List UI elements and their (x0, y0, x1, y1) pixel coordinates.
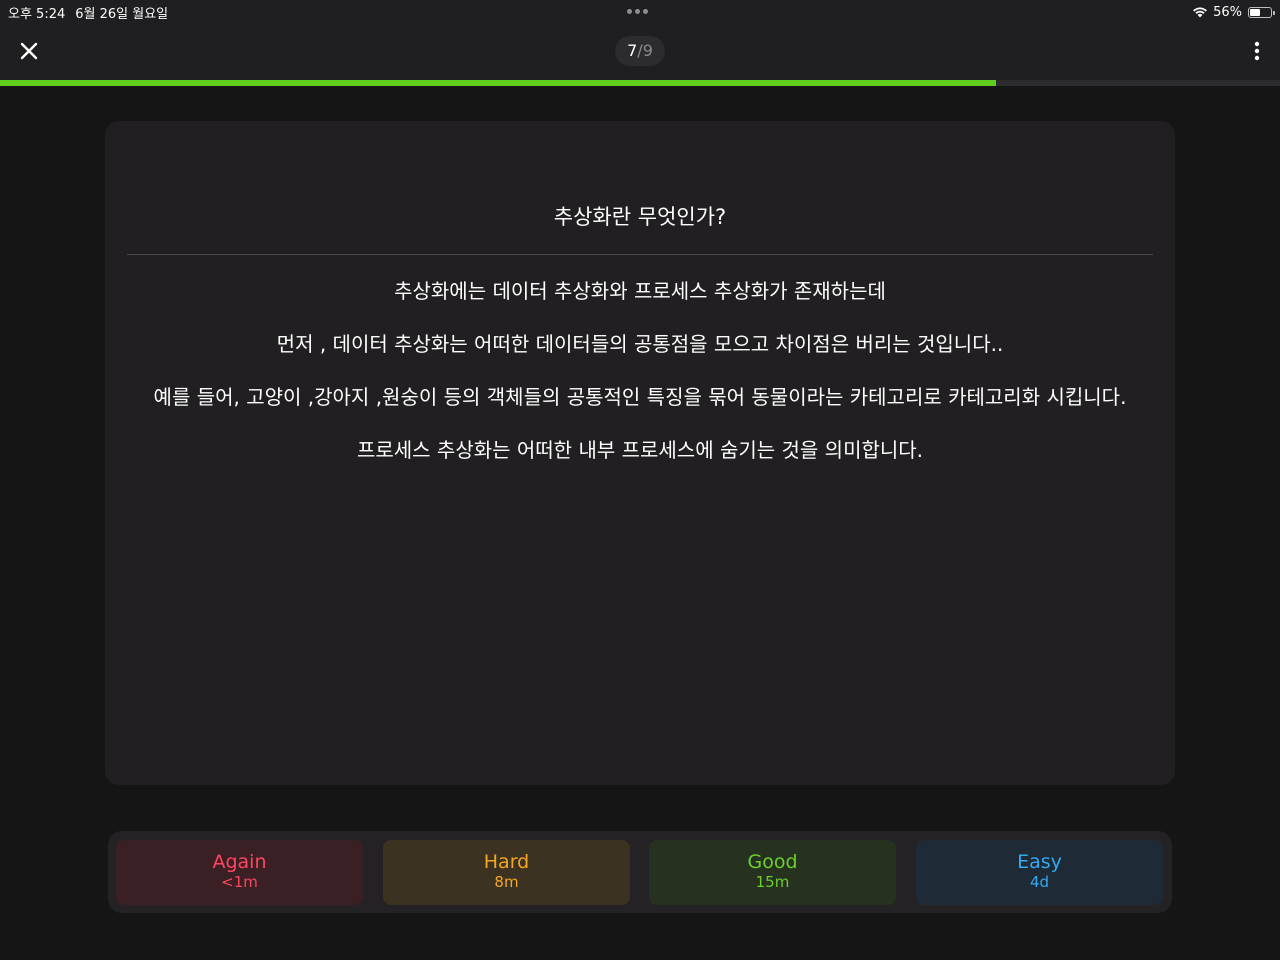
easy-interval: 4d (1029, 873, 1050, 891)
counter-total: 9 (642, 41, 653, 60)
status-date: 6월 26일 월요일 (75, 7, 169, 22)
battery-icon (1248, 6, 1275, 18)
status-datetime: 오후 5:24 6월 26일 월요일 (8, 3, 178, 22)
status-indicators: 56% (1192, 3, 1275, 21)
card-question: 추상화란 무엇인가? (553, 205, 727, 229)
answer-paragraph: 프로세스 추상화는 어떠한 내부 프로세스에 숨기는 것을 의미합니다. (356, 438, 924, 462)
review-header: 7/9 (0, 24, 1280, 80)
answer-paragraph: 예를 들어, 고양이 ,강아지 ,원숭이 등의 객체들의 공통적인 특징을 묶어… (153, 385, 1127, 409)
card-answer: 추상화에는 데이터 추상화와 프로세스 추상화가 존재하는데 먼저 , 데이터 … (127, 276, 1153, 488)
counter-current: 7 (627, 41, 638, 60)
status-bar: 오후 5:24 6월 26일 월요일 56% (0, 0, 1280, 24)
status-time: 오후 5:24 (8, 7, 66, 22)
again-interval: <1m (221, 873, 258, 891)
answer-paragraph: 추상화에는 데이터 추상화와 프로세스 추상화가 존재하는데 (394, 279, 886, 303)
hard-label: Hard (483, 851, 530, 873)
multitasking-dots-icon[interactable] (627, 9, 653, 15)
good-label: Good (747, 851, 798, 873)
review-progress-bar (0, 80, 1280, 86)
hard-button[interactable]: Hard 8m (383, 840, 630, 905)
wifi-icon (1193, 7, 1207, 18)
card-counter: 7/9 (615, 36, 665, 66)
question-answer-divider (127, 254, 1153, 255)
review-progress-fill (0, 80, 996, 86)
good-button[interactable]: Good 15m (649, 840, 896, 905)
hard-interval: 8m (494, 873, 519, 891)
answer-buttons-panel: Again <1m Hard 8m Good 15m Easy 4d (108, 831, 1172, 913)
again-label: Again (212, 851, 267, 873)
easy-button[interactable]: Easy 4d (916, 840, 1163, 905)
good-interval: 15m (755, 873, 790, 891)
flashcard: 추상화란 무엇인가? 추상화에는 데이터 추상화와 프로세스 추상화가 존재하는… (105, 121, 1175, 785)
again-button[interactable]: Again <1m (116, 840, 363, 905)
close-icon[interactable] (16, 38, 42, 64)
more-vertical-icon[interactable] (1250, 38, 1264, 64)
battery-level (1250, 8, 1261, 16)
easy-label: Easy (1017, 851, 1062, 873)
answer-paragraph: 먼저 , 데이터 추상화는 어떠한 데이터들의 공통점을 모으고 차이점은 버리… (276, 332, 1004, 356)
battery-percent: 56% (1213, 4, 1242, 20)
